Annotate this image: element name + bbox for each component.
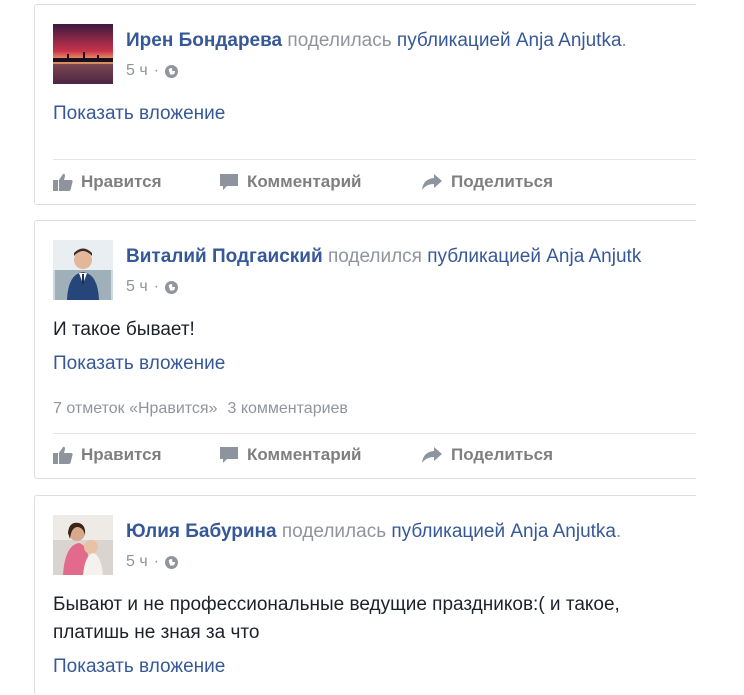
- author-avatar[interactable]: [53, 240, 113, 300]
- author-name[interactable]: Юлия Бабурина: [126, 521, 277, 542]
- comment-button[interactable]: Комментарий: [219, 172, 421, 192]
- divider: [53, 433, 696, 434]
- author-avatar[interactable]: [53, 24, 113, 84]
- like-label: Нравится: [81, 172, 162, 191]
- shared-publication-link[interactable]: публикацией Anja Anjutka: [397, 30, 622, 51]
- comment-label: Комментарий: [247, 445, 362, 464]
- globe-icon[interactable]: [165, 64, 179, 78]
- post-headline: Юлия Бабурина поделилась публикацией Anj…: [126, 518, 621, 546]
- action-bar: Нравится Комментарий Поделиться: [53, 162, 696, 202]
- post-meta: 5 ч ·: [126, 60, 179, 82]
- post-text: Бывают и не профессиональные ведущие пра…: [53, 594, 620, 643]
- share-label: Поделиться: [451, 445, 554, 464]
- divider: [53, 159, 696, 160]
- post-meta: 5 ч ·: [126, 276, 179, 298]
- comment-label: Комментарий: [247, 172, 362, 191]
- post-card: Виталий Подгаиский поделился публикацией…: [34, 220, 696, 479]
- post-card: Ирен Бондарева поделилась публикацией An…: [34, 4, 696, 205]
- comment-button[interactable]: Комментарий: [219, 445, 421, 465]
- globe-icon[interactable]: [165, 280, 179, 294]
- likes-count[interactable]: 7 отметок «Нравится»: [53, 398, 217, 420]
- meta-separator: ·: [153, 62, 160, 79]
- post-timestamp[interactable]: 5 ч: [126, 551, 148, 573]
- shared-verb: поделился: [327, 246, 422, 267]
- shared-verb: поделилась: [281, 521, 387, 542]
- share-arrow-icon: [422, 174, 442, 190]
- meta-separator: ·: [153, 553, 160, 570]
- shared-publication-link[interactable]: публикацией Anja Anjutk: [427, 246, 641, 267]
- like-button[interactable]: Нравится: [53, 445, 219, 465]
- show-attachment-link[interactable]: Показать вложение: [53, 653, 225, 681]
- like-button[interactable]: Нравится: [53, 172, 219, 192]
- show-attachment-link[interactable]: Показать вложение: [53, 100, 225, 128]
- headline-period: .: [621, 30, 627, 51]
- share-label: Поделиться: [451, 172, 554, 191]
- meta-separator: ·: [153, 278, 160, 295]
- post-timestamp[interactable]: 5 ч: [126, 276, 148, 298]
- shared-verb: поделилась: [287, 30, 392, 51]
- comment-bubble-icon: [220, 174, 238, 190]
- show-attachment-link[interactable]: Показать вложение: [53, 350, 225, 378]
- share-button[interactable]: Поделиться: [421, 445, 553, 465]
- post-card: Юлия Бабурина поделилась публикацией Anj…: [34, 495, 696, 695]
- thumbs-up-icon: [53, 446, 73, 464]
- author-name[interactable]: Виталий Подгаиский: [126, 246, 323, 267]
- shared-publication-link[interactable]: публикацией Anja Anjutka: [391, 521, 616, 542]
- share-button[interactable]: Поделиться: [421, 172, 553, 192]
- post-headline: Виталий Подгаиский поделился публикацией…: [126, 243, 641, 271]
- reaction-counts: 7 отметок «Нравится» 3 комментариев: [53, 398, 348, 420]
- post-meta: 5 ч ·: [126, 551, 179, 573]
- like-label: Нравится: [81, 445, 162, 464]
- action-bar: Нравится Комментарий Поделиться: [53, 435, 696, 475]
- author-name[interactable]: Ирен Бондарева: [126, 30, 282, 51]
- post-text: И такое бывает!: [53, 319, 195, 340]
- globe-icon[interactable]: [165, 555, 179, 569]
- headline-period: .: [616, 521, 622, 542]
- thumbs-up-icon: [53, 173, 73, 191]
- comment-bubble-icon: [220, 447, 238, 463]
- comments-count[interactable]: 3 комментариев: [227, 398, 347, 420]
- post-timestamp[interactable]: 5 ч: [126, 60, 148, 82]
- share-arrow-icon: [422, 447, 442, 463]
- author-avatar[interactable]: [53, 515, 113, 575]
- post-headline: Ирен Бондарева поделилась публикацией An…: [126, 27, 627, 55]
